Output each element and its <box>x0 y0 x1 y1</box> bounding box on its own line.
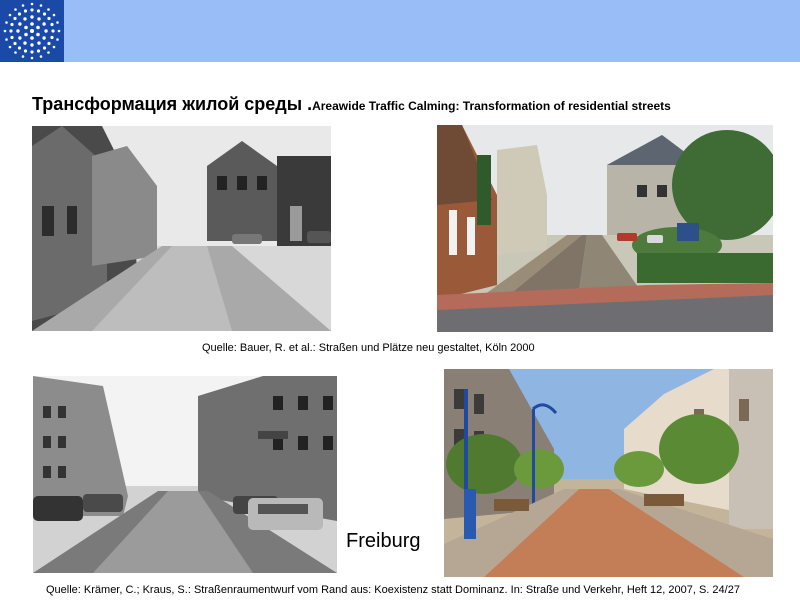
photo-street-after-1 <box>437 125 773 332</box>
photo-freiburg-before <box>33 376 337 573</box>
city-label: Freiburg <box>346 530 421 552</box>
dot-circle-logo-icon <box>3 2 61 60</box>
title-russian: Трансформация жилой среды . <box>32 94 313 114</box>
slide-title: Трансформация жилой среды .Areawide Traf… <box>32 94 671 115</box>
photo-street-before-1 <box>32 126 331 331</box>
header-banner <box>0 0 800 62</box>
caption-bottom-source: Quelle: Krämer, C.; Kraus, S.: Straßenra… <box>46 584 740 596</box>
caption-top-source: Quelle: Bauer, R. et al.: Straßen und Pl… <box>202 342 535 354</box>
logo <box>0 0 64 62</box>
photo-freiburg-after <box>444 369 773 577</box>
title-english: Areawide Traffic Calming: Transformation… <box>312 99 671 113</box>
